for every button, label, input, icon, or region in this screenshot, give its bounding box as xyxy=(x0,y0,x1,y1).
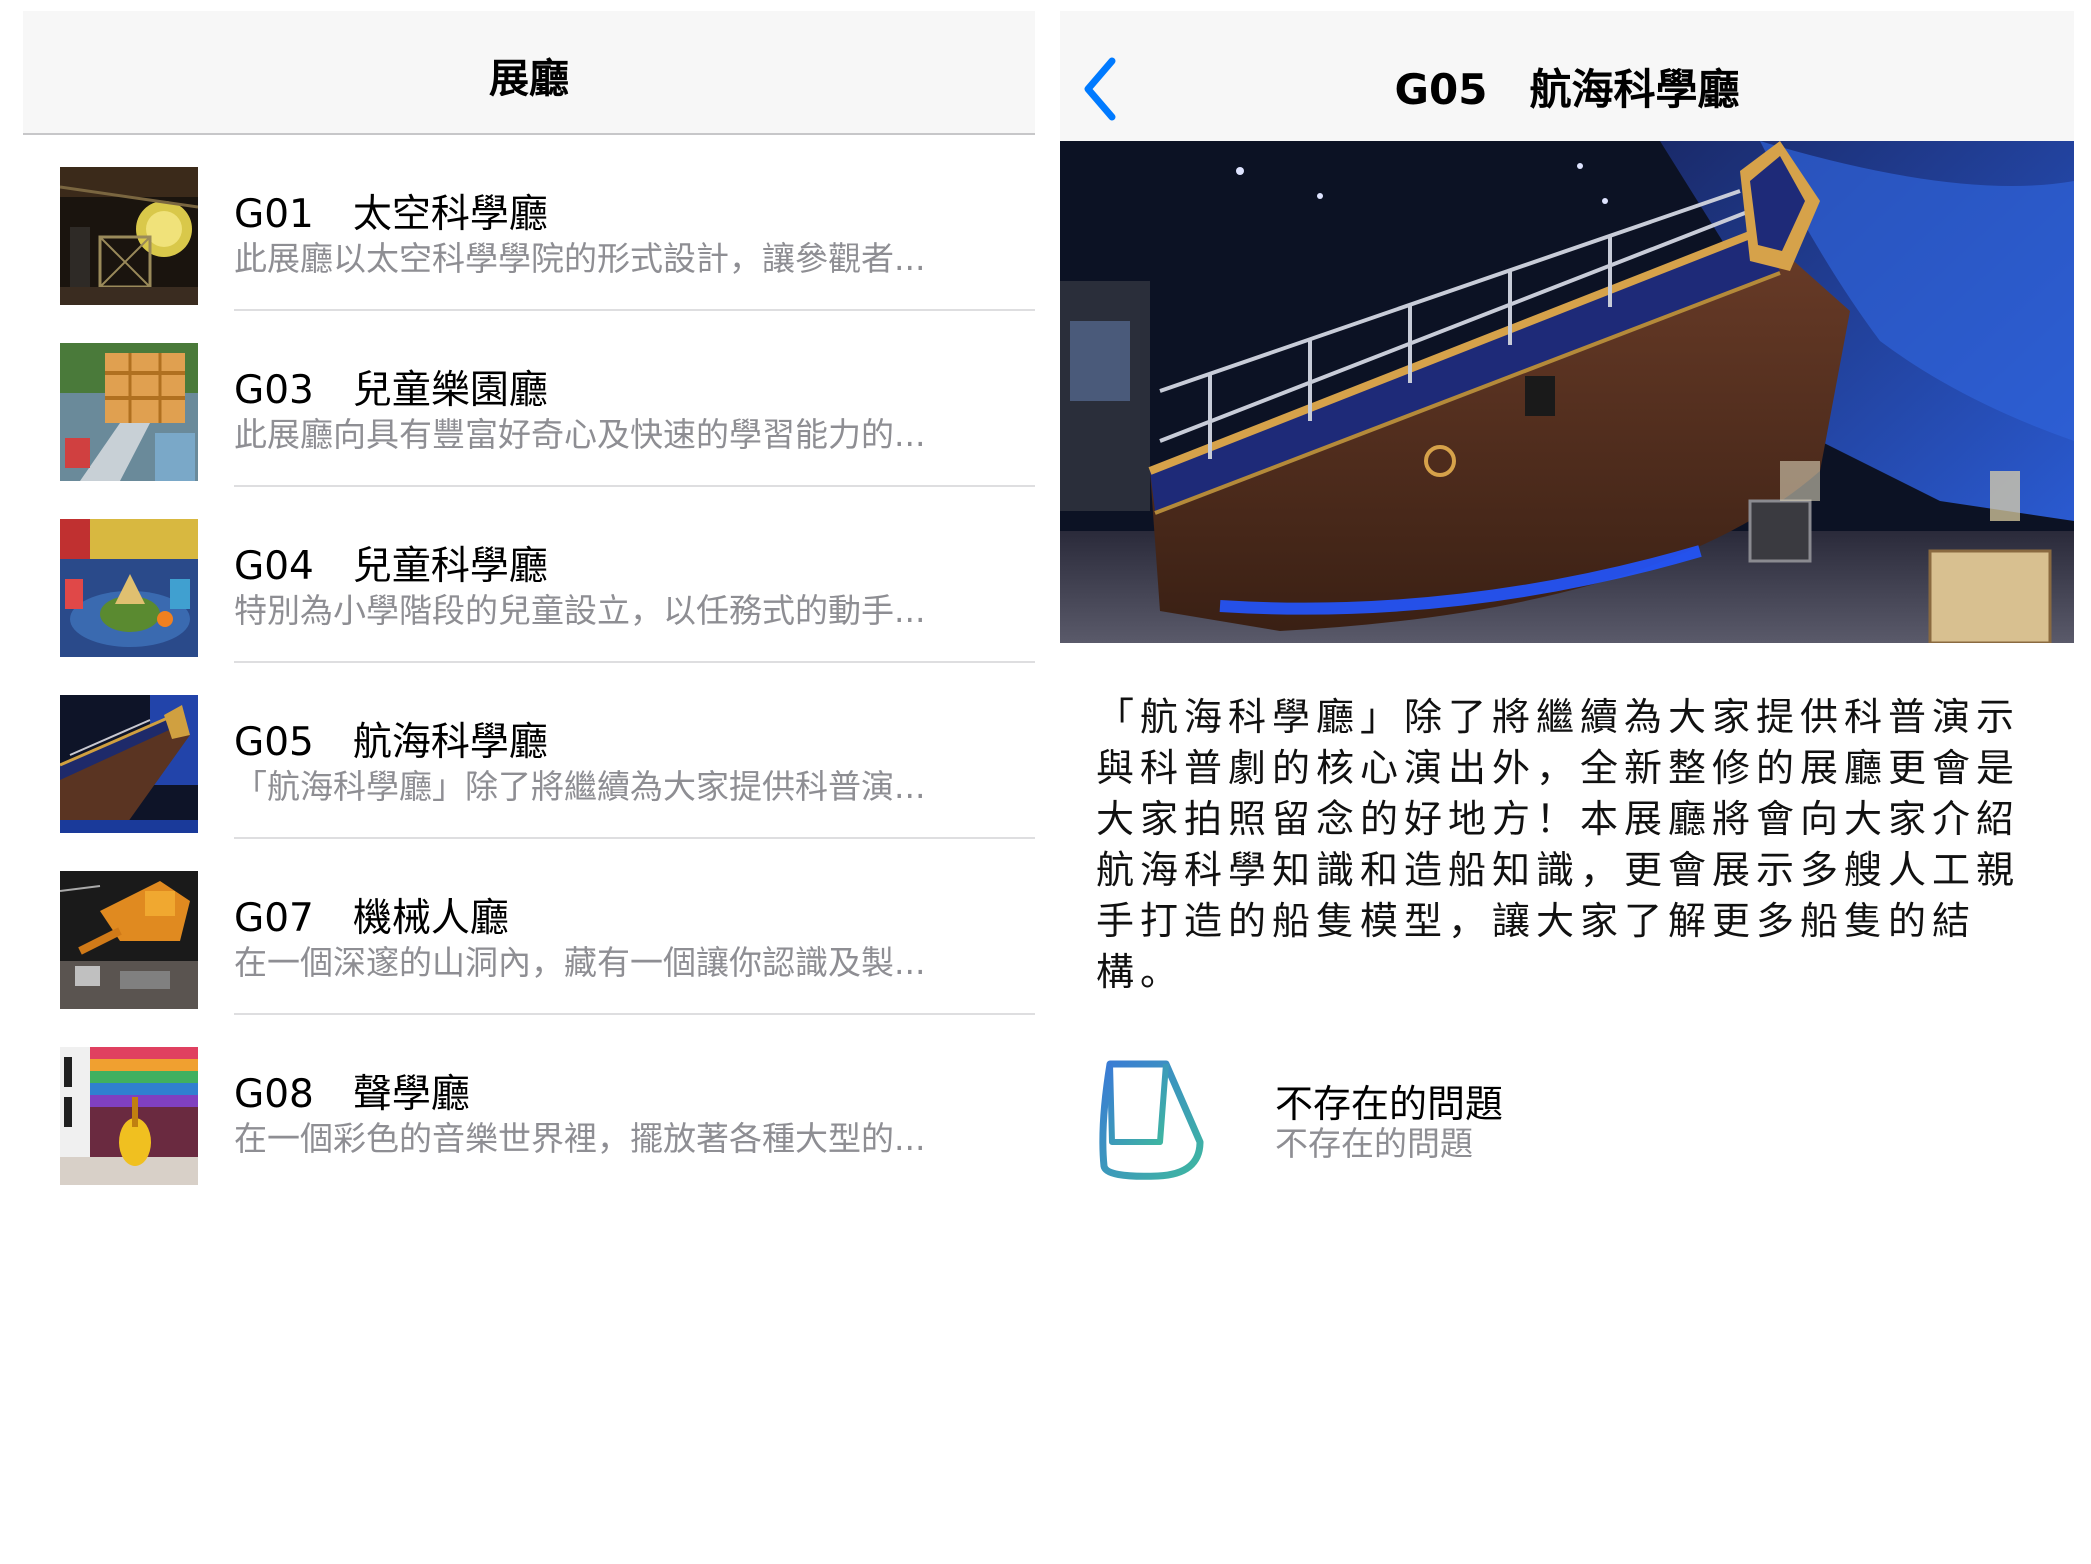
hall-row-g08[interactable]: G08 聲學廳 在一個彩色的音樂世界裡，擺放著各種大型的... xyxy=(23,1015,1035,1191)
hall-thumbnail-g05 xyxy=(60,695,198,833)
hall-description: 「航海科學廳」除了將繼續為大家提供科普演... xyxy=(234,767,926,806)
hall-description: 此展廳以太空科學學院的形式設計，讓參觀者... xyxy=(234,239,926,278)
hall-description: 在一個深邃的山洞內，藏有一個讓你認識及製... xyxy=(234,943,926,982)
navigation-bar: G05 航海科學廳 xyxy=(1060,11,2074,141)
hall-title: G01 太空科學廳 xyxy=(234,192,548,237)
hall-hero-image xyxy=(1060,141,2074,643)
hall-title: G04 兒童科學廳 xyxy=(234,544,548,589)
sail-icon xyxy=(1099,1060,1204,1180)
nav-title: 展廳 xyxy=(489,56,569,102)
hall-thumbnail-g04 xyxy=(60,519,198,657)
hall-row-g03[interactable]: G03 兒童樂園廳 此展廳向具有豐富好奇心及快速的學習能力的... xyxy=(23,311,1035,487)
detail-title: G05 航海科學廳 xyxy=(1394,65,1740,114)
navigation-bar: 展廳 xyxy=(23,11,1035,135)
hall-description: 此展廳向具有豐富好奇心及快速的學習能力的... xyxy=(234,415,926,454)
hall-description: 在一個彩色的音樂世界裡，擺放著各種大型的... xyxy=(234,1119,926,1158)
hall-title: G08 聲學廳 xyxy=(234,1072,470,1117)
hall-thumbnail-g08 xyxy=(60,1047,198,1185)
hall-title: G07 機械人廳 xyxy=(234,896,509,941)
hall-row-g07[interactable]: G07 機械人廳 在一個深邃的山洞內，藏有一個讓你認識及製... xyxy=(23,839,1035,1015)
related-title: 不存在的問題 xyxy=(1275,1082,1504,1126)
hall-row-g04[interactable]: G04 兒童科學廳 特別為小學階段的兒童設立，以任務式的動手... xyxy=(23,487,1035,663)
hall-row-g05[interactable]: G05 航海科學廳 「航海科學廳」除了將繼續為大家提供科普演... xyxy=(23,663,1035,839)
hall-list-screen: 展廳 G01 太空科學廳 此展廳以太空科學學院的形式設計，讓參觀者... G03… xyxy=(23,11,1035,1531)
related-subtitle: 不存在的問題 xyxy=(1275,1124,1473,1163)
hall-title: G05 航海科學廳 xyxy=(234,720,548,765)
hall-thumbnail-g07 xyxy=(60,871,198,1009)
hall-description: 「航海科學廳」除了將繼續為大家提供科普演示與科普劇的核心演出外，全新整修的展廳更… xyxy=(1096,695,2021,994)
hall-thumbnail-g03 xyxy=(60,343,198,481)
related-question-row[interactable]: 不存在的問題 不存在的問題 xyxy=(1096,1056,1996,1196)
hall-title: G03 兒童樂園廳 xyxy=(234,368,548,413)
hall-thumbnail-g01 xyxy=(60,167,198,305)
hall-detail-screen: G05 航海科學廳 「航海科學廳」除了將繼續為大家提供科普演示與科普劇的核心演出… xyxy=(1060,11,2074,1531)
hall-row-g01[interactable]: G01 太空科學廳 此展廳以太空科學學院的形式設計，讓參觀者... xyxy=(23,135,1035,311)
hall-description: 特別為小學階段的兒童設立，以任務式的動手... xyxy=(234,591,926,630)
